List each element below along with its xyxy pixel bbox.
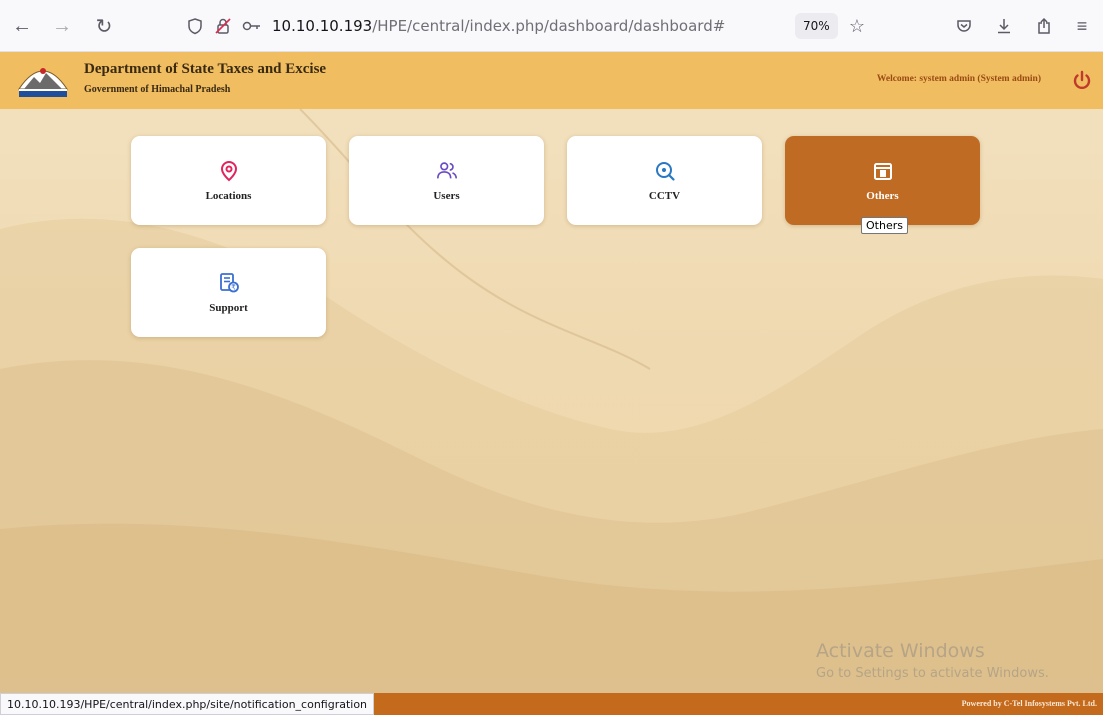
- insecure-lock-icon[interactable]: [214, 17, 232, 35]
- windows-activation-watermark: Activate Windows: [816, 640, 985, 662]
- share-icon[interactable]: [1030, 12, 1058, 40]
- department-title: Department of State Taxes and Excise: [84, 61, 327, 77]
- tile-label-support: Support: [209, 301, 248, 314]
- url-host: 10.10.10.193: [272, 17, 373, 35]
- reload-icon[interactable]: ↻: [90, 12, 118, 40]
- tile-label-users: Users: [433, 189, 460, 202]
- receipt-icon: ₹: [218, 272, 240, 294]
- tile-label-locations: Locations: [205, 189, 252, 202]
- svg-text:₹: ₹: [231, 283, 236, 291]
- browser-status-url: 10.10.10.193/HPE/central/index.php/site/…: [0, 693, 375, 715]
- app-footer: 10.10.10.193/HPE/central/index.php/site/…: [0, 693, 1103, 715]
- tile-others[interactable]: Others: [785, 136, 980, 225]
- menu-icon[interactable]: ≡: [1068, 12, 1096, 40]
- tile-support[interactable]: ₹ Support: [131, 248, 326, 337]
- key-icon[interactable]: [242, 19, 262, 33]
- tile-users[interactable]: Users: [349, 136, 544, 225]
- download-icon[interactable]: [990, 12, 1018, 40]
- location-pin-icon: [218, 160, 240, 182]
- tile-locations[interactable]: Locations: [131, 136, 326, 225]
- address-bar[interactable]: 10.10.10.193/HPE/central/index.php/dashb…: [186, 10, 896, 42]
- app-header: Department of State Taxes and Excise Gov…: [0, 52, 1103, 109]
- government-subtitle: Government of Himachal Pradesh: [84, 84, 231, 95]
- zoom-level-badge[interactable]: 70%: [795, 13, 838, 39]
- url-text[interactable]: 10.10.10.193/HPE/central/index.php/dashb…: [272, 17, 725, 35]
- pocket-icon[interactable]: [950, 12, 978, 40]
- tile-label-cctv: CCTV: [648, 189, 681, 202]
- url-path: /HPE/central/index.php/dashboard/dashboa…: [372, 17, 726, 35]
- forward-icon[interactable]: →: [48, 12, 76, 40]
- power-logout-icon[interactable]: [1069, 67, 1095, 93]
- back-icon[interactable]: ←: [8, 12, 36, 40]
- welcome-message: Welcome: system admin (System admin): [876, 74, 1041, 84]
- himachal-emblem-logo: [16, 59, 70, 101]
- search-icon: [654, 160, 676, 182]
- windows-activation-hint: Go to Settings to activate Windows.: [816, 666, 1049, 681]
- powered-by-text: Powered by C-Tel Infosystems Pvt. Ltd.: [961, 699, 1097, 708]
- browser-toolbar: ← → ↻ 10.10.10.193/HPE/central/index.php…: [0, 0, 1103, 52]
- dashboard-main: Locations Users CCTV Others Others ₹ Sup…: [0, 109, 1103, 693]
- folder-icon: [872, 160, 894, 182]
- users-icon: [436, 160, 458, 182]
- bookmark-star-icon[interactable]: ☆: [843, 12, 871, 40]
- shield-icon[interactable]: [186, 17, 204, 35]
- tooltip-others: Others: [861, 217, 908, 234]
- tile-label-others: Others: [866, 189, 899, 202]
- tile-cctv[interactable]: CCTV: [567, 136, 762, 225]
